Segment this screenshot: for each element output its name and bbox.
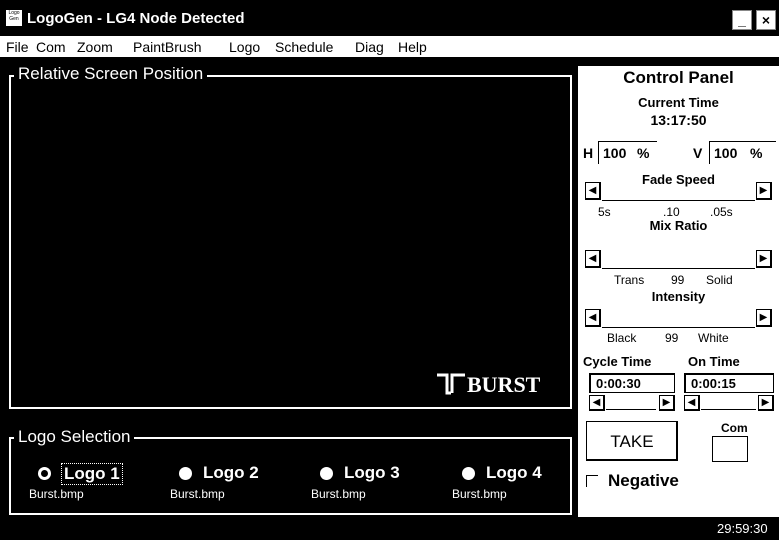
logo-4-radio[interactable]: Logo 4 bbox=[462, 463, 572, 485]
window-title: LogoGen - LG4 Node Detected bbox=[27, 10, 245, 27]
on-time-value: 0:00:15 bbox=[691, 376, 736, 391]
app-icon[interactable]: Logo Gen bbox=[6, 10, 22, 26]
on-time-field[interactable]: 0:00:15 bbox=[684, 373, 774, 393]
radio-icon bbox=[320, 467, 333, 480]
fade-max-label: .05s bbox=[710, 205, 733, 219]
status-time: 29:59:30 bbox=[717, 521, 768, 536]
h-value: 100 bbox=[603, 145, 627, 161]
on-time-label: On Time bbox=[688, 354, 740, 369]
menu-bar: File Com Zoom PaintBrush Logo Schedule D… bbox=[0, 36, 779, 58]
menu-diag[interactable]: Diag bbox=[355, 39, 384, 55]
mix-ratio-label: Mix Ratio bbox=[649, 218, 708, 233]
checkbox-icon bbox=[586, 475, 598, 487]
logo-4-label: Logo 4 bbox=[486, 463, 542, 482]
intensity-value: 99 bbox=[665, 331, 679, 345]
control-panel: Control Panel Current Time 13:17:50 H 10… bbox=[578, 66, 779, 517]
intensity-left-arrow-icon[interactable]: ◀ bbox=[585, 309, 601, 327]
mix-right-arrow-icon[interactable]: ▶ bbox=[756, 250, 772, 268]
radio-icon bbox=[462, 467, 475, 480]
intensity-max-label: White bbox=[698, 331, 729, 345]
control-panel-title: Control Panel bbox=[623, 68, 734, 87]
on-time-left-arrow-icon[interactable]: ◀ bbox=[684, 395, 700, 411]
minimize-button[interactable]: _ bbox=[732, 10, 752, 30]
com-label: Com bbox=[721, 421, 748, 435]
fade-min-label: 5s bbox=[598, 205, 611, 219]
cycle-left-arrow-icon[interactable]: ◀ bbox=[589, 395, 605, 411]
intensity-label: Intensity bbox=[651, 289, 706, 304]
take-button-label: TAKE bbox=[610, 432, 654, 451]
fade-track[interactable] bbox=[602, 200, 755, 201]
intensity-right-arrow-icon[interactable]: ▶ bbox=[756, 309, 772, 327]
cycle-time-value: 0:00:30 bbox=[596, 376, 641, 391]
menu-paintbrush[interactable]: PaintBrush bbox=[133, 39, 201, 55]
mix-left-arrow-icon[interactable]: ◀ bbox=[585, 250, 601, 268]
v-label: V bbox=[693, 145, 703, 161]
logo-2-label: Logo 2 bbox=[203, 463, 259, 482]
negative-checkbox[interactable]: Negative bbox=[586, 471, 726, 491]
cycle-right-arrow-icon[interactable]: ▶ bbox=[659, 395, 675, 411]
menu-file[interactable]: File bbox=[6, 39, 29, 55]
burst-logo[interactable]: BURST bbox=[436, 371, 546, 397]
logo-3-label: Logo 3 bbox=[344, 463, 400, 482]
fade-speed-slider[interactable]: ◀ ▶ bbox=[585, 182, 773, 202]
logo-3-file: Burst.bmp bbox=[311, 487, 366, 501]
menu-com[interactable]: Com bbox=[36, 39, 66, 55]
logo-3-radio[interactable]: Logo 3 bbox=[320, 463, 430, 485]
current-time-value: 13:17:50 bbox=[650, 112, 707, 128]
logo-4-file: Burst.bmp bbox=[452, 487, 507, 501]
logo-selection-title: Logo Selection bbox=[14, 427, 135, 447]
title-bar: Logo Gen LogoGen - LG4 Node Detected _ × bbox=[0, 0, 779, 36]
on-time-right-arrow-icon[interactable]: ▶ bbox=[758, 395, 774, 411]
logo-2-radio[interactable]: Logo 2 bbox=[179, 463, 289, 485]
menu-help[interactable]: Help bbox=[398, 39, 427, 55]
fade-left-arrow-icon[interactable]: ◀ bbox=[585, 182, 601, 200]
burst-logo-mark-icon bbox=[437, 373, 465, 395]
intensity-track[interactable] bbox=[602, 327, 755, 328]
logo-1-label: Logo 1 bbox=[61, 463, 123, 485]
intensity-slider[interactable]: ◀ ▶ bbox=[585, 309, 773, 329]
mix-track[interactable] bbox=[602, 268, 755, 269]
com-indicator bbox=[712, 436, 748, 462]
radio-icon bbox=[179, 467, 192, 480]
h-percent: % bbox=[637, 145, 650, 161]
close-button[interactable]: × bbox=[756, 10, 776, 30]
logo-2-file: Burst.bmp bbox=[170, 487, 225, 501]
fade-right-arrow-icon[interactable]: ▶ bbox=[756, 182, 772, 200]
cycle-time-scroll[interactable]: ◀ ▶ bbox=[589, 395, 675, 411]
screen-preview-area[interactable] bbox=[14, 82, 566, 404]
menu-logo[interactable]: Logo bbox=[229, 39, 260, 55]
h-field[interactable]: 100 % bbox=[598, 141, 657, 164]
mix-value: 99 bbox=[671, 273, 685, 287]
menu-schedule[interactable]: Schedule bbox=[275, 39, 333, 55]
burst-logo-text: BURST bbox=[467, 372, 541, 397]
current-time-label: Current Time bbox=[638, 95, 719, 110]
on-time-scroll[interactable]: ◀ ▶ bbox=[684, 395, 774, 411]
status-bar: 29:59:30 bbox=[0, 517, 779, 540]
logo-1-file: Burst.bmp bbox=[29, 487, 84, 501]
radio-selected-icon bbox=[38, 467, 51, 480]
cycle-time-field[interactable]: 0:00:30 bbox=[589, 373, 675, 393]
v-value: 100 bbox=[714, 145, 738, 161]
v-field[interactable]: 100 % bbox=[709, 141, 776, 164]
mix-ratio-slider[interactable]: ◀ ▶ bbox=[585, 250, 773, 270]
negative-label: Negative bbox=[608, 471, 679, 490]
mix-max-label: Solid bbox=[706, 273, 733, 287]
take-button[interactable]: TAKE bbox=[586, 421, 678, 461]
h-label: H bbox=[583, 145, 594, 161]
screen-position-title: Relative Screen Position bbox=[14, 64, 208, 84]
mix-min-label: Trans bbox=[614, 273, 645, 287]
cycle-time-label: Cycle Time bbox=[583, 354, 652, 369]
v-percent: % bbox=[750, 145, 763, 161]
logo-1-radio[interactable]: Logo 1 bbox=[38, 463, 148, 485]
fade-mid-label: .10 bbox=[663, 205, 680, 219]
intensity-min-label: Black bbox=[607, 331, 637, 345]
menu-zoom[interactable]: Zoom bbox=[77, 39, 113, 55]
